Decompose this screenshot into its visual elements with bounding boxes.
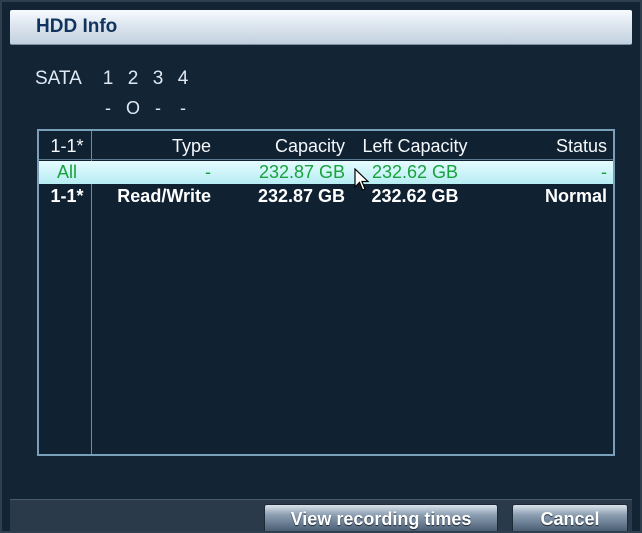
header-status: Status: [555, 136, 607, 156]
sata-slot-3: 3: [152, 68, 164, 89]
row-left-capacity: 232.62 GB: [371, 162, 459, 182]
header-id: 1-1*: [50, 136, 84, 156]
row-capacity: 232.87 GB: [257, 186, 345, 206]
sata-slot-4: 4: [177, 68, 189, 89]
row-type: Read/Write: [117, 186, 211, 206]
header-left-capacity: Left Capacity: [362, 136, 468, 156]
window-title: HDD Info: [36, 16, 118, 37]
sata-state-4: -: [180, 98, 186, 118]
row-type: -: [205, 162, 211, 182]
sata-slot-1: 1: [102, 68, 114, 89]
table-header: 1-1* Type Capacity Left Capacity Status: [39, 135, 613, 160]
view-recording-times-button[interactable]: View recording times: [264, 504, 498, 531]
sata-state-1: -: [105, 98, 111, 118]
sata-label: SATA: [35, 68, 82, 89]
row-id: 1-1*: [50, 186, 84, 206]
sata-state-3: -: [155, 98, 161, 118]
sata-state-2: O: [125, 98, 140, 118]
table-row[interactable]: All - 232.87 GB 232.62 GB -: [39, 161, 613, 184]
title-bar: HDD Info: [10, 10, 632, 45]
row-id: All: [56, 162, 77, 182]
hdd-info-window: HDD Info SATA 1 2 3 4 - O - - 1-1* Type …: [0, 0, 642, 533]
row-capacity: 232.87 GB: [258, 162, 345, 182]
hdd-table: 1-1* Type Capacity Left Capacity Status …: [37, 129, 615, 456]
mouse-pointer-icon: [354, 168, 370, 191]
row-status: Normal: [544, 186, 607, 206]
table-row[interactable]: 1-1* Read/Write 232.87 GB 232.62 GB Norm…: [39, 185, 613, 208]
cancel-button[interactable]: Cancel: [512, 504, 628, 531]
header-capacity: Capacity: [274, 136, 345, 156]
row-left-capacity: 232.62 GB: [371, 186, 459, 206]
sata-slot-2: 2: [127, 68, 139, 89]
row-status: -: [601, 162, 607, 182]
header-type: Type: [171, 136, 211, 156]
